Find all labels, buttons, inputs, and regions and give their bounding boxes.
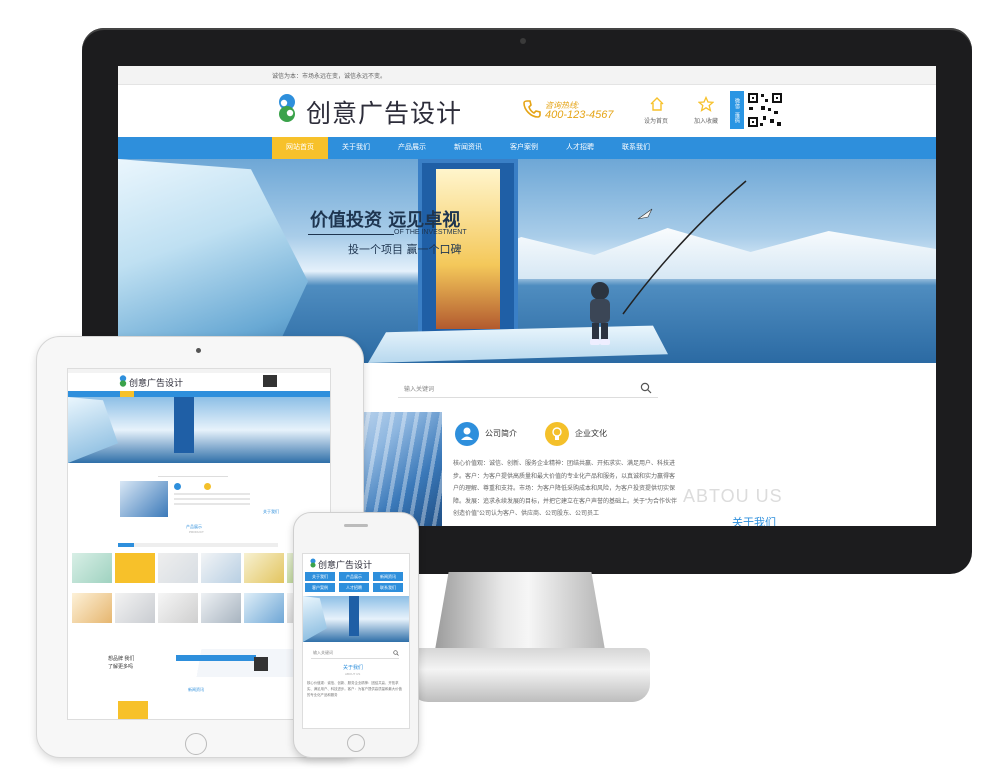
- tablet-qr-icon: [263, 375, 277, 387]
- search-bar[interactable]: [398, 379, 658, 398]
- phone-about-text: 核心价值观：诚信、创新、服务企业精神：团结共赢、开拓求实、满足用户、科技进步。客…: [307, 681, 402, 697]
- phone-logo-icon: [310, 558, 316, 568]
- logo-icon[interactable]: [273, 93, 301, 123]
- tablet-about-title: 关于我们: [263, 509, 279, 514]
- phone-nav-cases[interactable]: 客户案例: [305, 583, 335, 592]
- hero-banner[interactable]: 价值投资 远见卓视 OF THE INVESTMENT 投一个项目 赢一个口碑: [118, 159, 936, 363]
- search-input[interactable]: 输入关键词: [404, 384, 434, 393]
- phone-logo-text: 创意广告设计: [318, 560, 373, 570]
- monitor-camera: [520, 38, 526, 44]
- qr-code-icon: [746, 91, 784, 129]
- tablet-home-button: [185, 733, 207, 755]
- nav-news[interactable]: 新闻资讯: [440, 137, 496, 159]
- top-bar-text: 诚信为本：市场永远在变，诚信永远不变。: [272, 74, 387, 80]
- banner-slogan-rule: [308, 234, 394, 235]
- tablet-camera: [196, 348, 201, 353]
- tablet-screen: 创意广告设计 关于我们 产品展示 PRODUCT 想品牌 我们 了解更多吗 新闻…: [67, 368, 331, 720]
- home-icon[interactable]: [649, 96, 665, 112]
- qr-badge: 微信二维码: [730, 91, 744, 129]
- banner-slogan-en: OF THE INVESTMENT: [394, 229, 467, 236]
- tablet-contact-line-1: 想品牌 我们: [108, 656, 135, 662]
- boy-figure-icon: [590, 282, 610, 345]
- logo-text[interactable]: 创意广告设计: [306, 94, 462, 130]
- top-bar: 诚信为本：市场永远在变，诚信永远不变。: [118, 66, 936, 85]
- add-favorite-link[interactable]: 加入收藏: [694, 116, 718, 125]
- set-home-link[interactable]: 设为首页: [644, 116, 668, 125]
- tab-culture-bulb-icon[interactable]: [545, 422, 569, 446]
- phone-speaker: [344, 524, 368, 527]
- nav-products[interactable]: 产品展示: [384, 137, 440, 159]
- monitor-stand-base: [410, 648, 650, 702]
- nav-cases[interactable]: 客户案例: [496, 137, 552, 159]
- banner-ice-floe: [368, 325, 668, 363]
- phone-nav-about[interactable]: 关于我们: [305, 572, 335, 581]
- phone-search-input[interactable]: 输入关键词: [313, 650, 333, 656]
- phone-search-icon[interactable]: [393, 650, 399, 656]
- main-nav: 网站首页 关于我们 产品展示 新闻资讯 客户案例 人才招聘 联系我们: [118, 137, 936, 159]
- tablet-logo-text: 创意广告设计: [129, 378, 184, 388]
- tablet-products-en: PRODUCT: [189, 530, 204, 534]
- tab-corporate-culture[interactable]: 企业文化: [575, 428, 607, 439]
- search-icon[interactable]: [640, 382, 652, 394]
- phone-home-button: [347, 734, 365, 752]
- tablet-contact-line-2: 了解更多吗: [108, 664, 134, 670]
- phone-screen: 创意广告设计 关于我们 产品展示 新闻资讯 客户案例 人才招聘 联系我们 输入关…: [302, 553, 410, 729]
- phone-about-title: 关于我们: [343, 665, 364, 671]
- phone-nav-products[interactable]: 产品展示: [339, 572, 369, 581]
- phone-about-en: ABOUT US: [345, 672, 361, 676]
- hotline-number: 400-123-4567: [545, 109, 614, 121]
- nav-contact[interactable]: 联系我们: [608, 137, 664, 159]
- tab-company-intro[interactable]: 公司简介: [485, 428, 517, 439]
- fishing-rod-icon: [622, 180, 747, 315]
- banner-slogan-sub: 投一个项目 赢一个口碑: [348, 243, 462, 256]
- tablet-logo-icon: [119, 375, 127, 387]
- tablet-news-title: 新闻资讯: [188, 687, 204, 692]
- star-icon[interactable]: [698, 96, 714, 112]
- phone-nav-news[interactable]: 新闻资讯: [373, 572, 403, 581]
- about-text: 核心价值观：诚信、创新、服务企业精神：团结共赢、开拓求实、满足用户、科技进步。客…: [453, 461, 677, 517]
- nav-home[interactable]: 网站首页: [272, 137, 328, 159]
- about-title-link[interactable]: 关于我们: [732, 514, 776, 526]
- nav-about[interactable]: 关于我们: [328, 137, 384, 159]
- banner-iceberg: [118, 159, 308, 363]
- nav-jobs[interactable]: 人才招聘: [552, 137, 608, 159]
- monitor-stand-neck: [435, 572, 605, 650]
- phone-nav-jobs[interactable]: 人才招聘: [339, 583, 369, 592]
- phone-nav-contact[interactable]: 联系我们: [373, 583, 403, 592]
- phone-icon: [523, 100, 541, 118]
- about-watermark: ABTOU US: [683, 486, 783, 506]
- tab-intro-user-icon[interactable]: [455, 422, 479, 446]
